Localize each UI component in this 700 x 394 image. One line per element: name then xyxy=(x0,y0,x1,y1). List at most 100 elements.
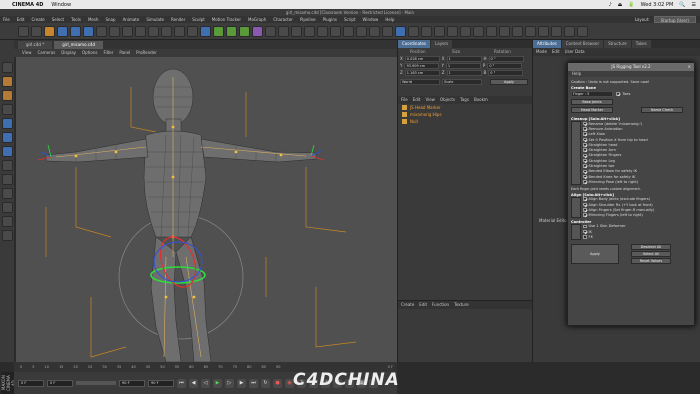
checkbox[interactable] xyxy=(583,180,587,184)
mat-menu-create[interactable]: Create xyxy=(401,301,414,309)
deformer-icon[interactable] xyxy=(252,25,263,37)
current-frame-field[interactable]: 0 F xyxy=(47,379,73,387)
z-axis-icon[interactable] xyxy=(135,25,146,37)
checkbox[interactable] xyxy=(583,202,587,207)
obj-menu-tags[interactable]: Tags xyxy=(460,96,469,104)
prev-key-icon[interactable]: ◀ xyxy=(189,378,198,388)
cleanup-option[interactable]: Mirroring Pose (left to right) xyxy=(583,179,648,184)
polygons-mode-icon[interactable] xyxy=(1,146,13,157)
undo-icon[interactable] xyxy=(18,25,29,37)
finger-count-select[interactable]: Finger : 5 xyxy=(571,91,613,97)
tab-takes[interactable]: Takes xyxy=(631,40,651,48)
tool-icon-10[interactable] xyxy=(538,25,549,37)
rotation-h-field[interactable]: 0 ° xyxy=(488,55,524,62)
vp-menu-view[interactable]: View xyxy=(22,49,32,57)
tool-icon-12[interactable] xyxy=(564,25,575,37)
checkbox[interactable] xyxy=(583,229,587,234)
attr-menu-edit[interactable]: Edit xyxy=(552,48,560,56)
end-frame-field-2[interactable]: 90 F xyxy=(148,379,174,387)
checkbox[interactable] xyxy=(583,137,587,142)
checkbox[interactable] xyxy=(583,174,587,179)
menu-mograph[interactable]: MoGraph xyxy=(248,16,266,23)
rotation-b-field[interactable]: 0 ° xyxy=(488,69,524,76)
render-picture-viewer-icon[interactable] xyxy=(174,25,185,37)
checkbox[interactable] xyxy=(583,158,587,163)
toes-checkbox[interactable] xyxy=(616,92,620,96)
attr-menu-mode[interactable]: Mode xyxy=(536,48,547,56)
checkbox[interactable] xyxy=(583,169,587,174)
obj-menu-objects[interactable]: Objects xyxy=(440,96,455,104)
vp-menu-panel[interactable]: Panel xyxy=(119,49,130,57)
menu-create[interactable]: Create xyxy=(31,16,44,23)
checkbox[interactable] xyxy=(583,132,587,136)
tool-icon-13[interactable] xyxy=(577,25,588,37)
menu-motion-tracker[interactable]: Motion Tracker xyxy=(212,16,241,23)
material-editor-label[interactable]: Material Editor xyxy=(539,218,568,223)
tab-structure[interactable]: Structure xyxy=(604,40,631,48)
tool-icon-2[interactable] xyxy=(434,25,445,37)
layout-grid-icon[interactable] xyxy=(395,25,406,37)
goto-start-icon[interactable]: ⏮ xyxy=(177,378,186,388)
plugin-icon[interactable] xyxy=(356,25,367,37)
move-icon[interactable] xyxy=(57,25,68,37)
apply-coordinates-button[interactable]: Apply xyxy=(490,78,528,85)
obj-menu-edit[interactable]: Edit xyxy=(413,96,421,104)
palette-icon[interactable] xyxy=(408,25,419,37)
object-row[interactable]: JS Head Marker xyxy=(398,104,532,111)
status-item-2[interactable]: 🔋 xyxy=(628,2,634,8)
tool-icon-8[interactable] xyxy=(512,25,523,37)
tool-icon-5[interactable] xyxy=(473,25,484,37)
position-z-field[interactable]: 1.163 cm xyxy=(404,69,440,76)
scale-icon[interactable] xyxy=(70,25,81,37)
next-frame-icon[interactable]: ▷ xyxy=(225,378,234,388)
checkbox[interactable] xyxy=(583,213,587,217)
menu-tools[interactable]: Tools xyxy=(71,16,81,23)
camera-icon[interactable] xyxy=(278,25,289,37)
next-key-icon[interactable]: ▶ xyxy=(237,378,246,388)
points-mode-icon[interactable] xyxy=(1,118,13,129)
joint-tool-icon[interactable] xyxy=(304,25,315,37)
render-settings-icon[interactable] xyxy=(187,25,198,37)
spline-pen-icon[interactable] xyxy=(213,25,224,37)
dialog-menu-help[interactable]: Help xyxy=(572,71,581,76)
menu-simulate[interactable]: Simulate xyxy=(146,16,164,23)
tool-icon-6[interactable] xyxy=(486,25,497,37)
vp-menu-options[interactable]: Options xyxy=(82,49,97,57)
menu-help[interactable]: Help xyxy=(385,16,394,23)
menu-file[interactable]: File xyxy=(3,16,10,23)
tab-content-browser[interactable]: Content Browser xyxy=(561,40,604,48)
size-y-field[interactable]: 1 xyxy=(445,62,481,69)
cleanup-option[interactable]: Set 0 Position X from hip to head xyxy=(583,137,648,142)
rotate-icon[interactable] xyxy=(83,25,94,37)
goto-end-icon[interactable]: ⏭ xyxy=(249,378,258,388)
tool-icon-1[interactable] xyxy=(421,25,432,37)
spotlight-icon[interactable]: 🔍 xyxy=(679,2,685,8)
menu-snap[interactable]: Snap xyxy=(105,16,115,23)
checkbox[interactable] xyxy=(583,224,587,229)
menu-character[interactable]: Character xyxy=(273,16,293,23)
axis-mode-icon[interactable] xyxy=(1,160,13,171)
object-row[interactable]: Null xyxy=(398,118,532,125)
recent-tools-icon[interactable] xyxy=(96,25,107,37)
model-mode-icon[interactable] xyxy=(1,76,13,87)
y-axis-icon[interactable] xyxy=(122,25,133,37)
base-joints-button[interactable]: Base Joints xyxy=(571,99,613,105)
frame-range-slider[interactable] xyxy=(76,381,116,385)
position-x-field[interactable]: 0.028 cm xyxy=(404,55,440,62)
workplane-icon[interactable] xyxy=(1,104,13,115)
cloner-icon[interactable] xyxy=(239,25,250,37)
coord-mode-select[interactable]: World xyxy=(400,78,440,85)
size-x-field[interactable]: 1 xyxy=(446,55,482,62)
mat-menu-function[interactable]: Function xyxy=(432,301,449,309)
attr-menu-user-data[interactable]: User Data xyxy=(565,48,585,56)
tool-icon-4[interactable] xyxy=(460,25,471,37)
checkbox[interactable] xyxy=(583,121,587,126)
tab-layers[interactable]: Layers xyxy=(431,40,453,48)
checkbox[interactable] xyxy=(583,164,587,168)
tab-girl[interactable]: girl.c4d * xyxy=(18,41,53,49)
checkbox[interactable] xyxy=(583,197,587,201)
deselect-all-button[interactable]: Deselect All xyxy=(631,243,671,250)
texture-mode-icon[interactable] xyxy=(1,90,13,101)
menu-render[interactable]: Render xyxy=(171,16,185,23)
coord-system-icon[interactable] xyxy=(148,25,159,37)
